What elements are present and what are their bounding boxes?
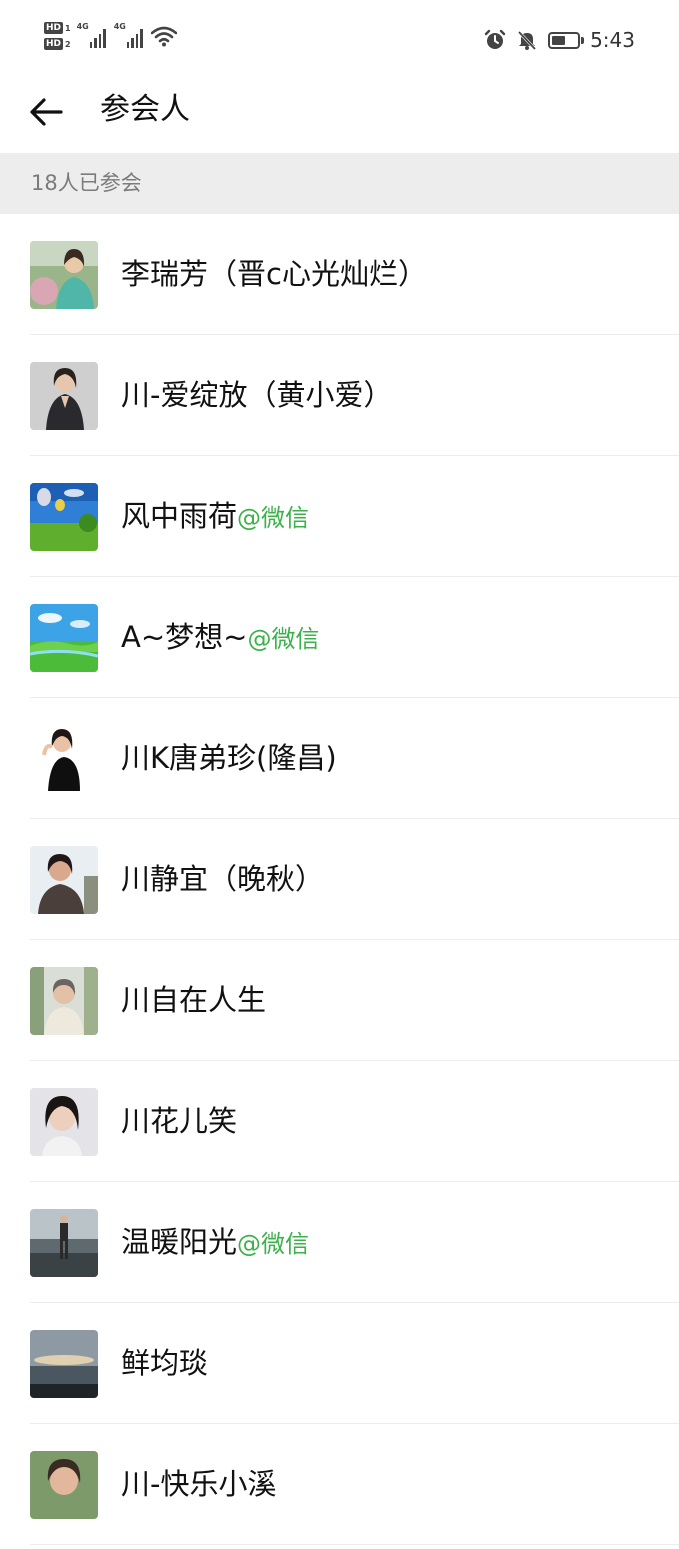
participant-name: 鲜均琰 [121, 1346, 209, 1380]
arrow-left-icon [30, 98, 63, 126]
participant-name-line: 川花儿笑 [121, 1061, 237, 1186]
participant-name-line: 川自在人生 [121, 940, 266, 1065]
avatar [30, 725, 98, 793]
avatar [30, 241, 98, 309]
signal-icon-2: 4G [114, 22, 143, 48]
avatar [30, 483, 98, 551]
clock-time: 5:43 [590, 28, 635, 52]
list-item[interactable]: 鲜均琰 [0, 1303, 679, 1424]
avatar [30, 1209, 98, 1277]
battery-level [552, 35, 565, 45]
hd-indicators: HD 1 HD 2 [44, 22, 71, 50]
participant-name-line: 川-爱绽放（黄小爱） [121, 335, 392, 460]
participant-name-line: 川-快乐小溪 [121, 1424, 276, 1549]
list-item[interactable]: 川花儿笑 [0, 1061, 679, 1182]
participant-name-line: 温暖阳光@微信 [121, 1182, 309, 1307]
list-item[interactable]: 温暖阳光@微信 [0, 1182, 679, 1303]
participant-name-line: A~梦想~@微信 [121, 577, 319, 702]
wechat-tag: @微信 [237, 1230, 310, 1258]
network-type-2: 4G [113, 22, 126, 31]
avatar [30, 1088, 98, 1156]
participant-count: 18人已参会 [31, 171, 142, 195]
status-right: 5:43 [484, 28, 635, 52]
avatar [30, 967, 98, 1035]
avatar [30, 1330, 98, 1398]
list-item[interactable]: 风中雨荷@微信 [0, 456, 679, 577]
participant-name: 川自在人生 [121, 983, 267, 1017]
list-item[interactable]: 川自在人生 [0, 940, 679, 1061]
wechat-tag: @微信 [247, 625, 320, 653]
participant-name: 川K唐弟珍(隆昌) [121, 741, 337, 775]
hd-badge-2: HD [44, 38, 64, 50]
participant-name: 川静宜（晚秋） [121, 862, 325, 896]
list-item[interactable]: 李瑞芳（晋c心光灿烂） [0, 214, 679, 335]
participant-name: 川-爱绽放（黄小爱） [121, 378, 393, 412]
avatar [30, 1451, 98, 1519]
list-item[interactable]: 川静宜（晚秋） [0, 819, 679, 940]
list-item[interactable]: 川-快乐小溪 [0, 1424, 679, 1545]
app-header: 参会人 [0, 82, 679, 152]
page-title: 参会人 [100, 92, 190, 127]
network-type-1: 4G [76, 22, 89, 31]
participant-name: 李瑞芳（晋c心光灿烂） [121, 257, 427, 291]
participant-name: 温暖阳光 [121, 1225, 238, 1259]
list-item[interactable]: 川-爱绽放（黄小爱） [0, 335, 679, 456]
participant-name: A~梦想~ [121, 620, 248, 654]
participant-name-line: 鲜均琰 [121, 1303, 208, 1428]
avatar [30, 846, 98, 914]
participant-name-line: 李瑞芳（晋c心光灿烂） [121, 214, 427, 339]
hd-badge-1: HD [44, 22, 64, 34]
participant-name: 风中雨荷 [121, 499, 238, 533]
hd-badge-1-sub: 1 [65, 23, 71, 33]
wifi-icon [150, 26, 177, 47]
status-left: HD 1 HD 2 4G 4G [44, 22, 177, 50]
participant-name: 川-快乐小溪 [121, 1467, 277, 1501]
participant-name-line: 风中雨荷@微信 [121, 456, 309, 581]
hd-badge-2-sub: 2 [65, 39, 71, 49]
bell-off-icon [517, 30, 537, 51]
avatar [30, 362, 98, 430]
status-bar: HD 1 HD 2 4G 4G 5:43 [0, 0, 679, 82]
avatar [30, 604, 98, 672]
participant-list: 李瑞芳（晋c心光灿烂） 川-爱绽放（黄小爱） 风中雨荷@微信 A~梦想~@微信 … [0, 214, 679, 1545]
participant-name: 川花儿笑 [121, 1104, 238, 1138]
signal-icon: 4G [77, 22, 106, 48]
list-item[interactable]: A~梦想~@微信 [0, 577, 679, 698]
battery-icon [548, 31, 585, 49]
participant-name-line: 川静宜（晚秋） [121, 819, 324, 944]
list-item[interactable]: 川K唐弟珍(隆昌) [0, 698, 679, 819]
alarm-icon [484, 29, 506, 49]
wechat-tag: @微信 [237, 504, 310, 532]
participant-name-line: 川K唐弟珍(隆昌) [121, 698, 337, 823]
participant-count-header: 18人已参会 [0, 153, 679, 214]
back-button[interactable] [24, 90, 68, 134]
